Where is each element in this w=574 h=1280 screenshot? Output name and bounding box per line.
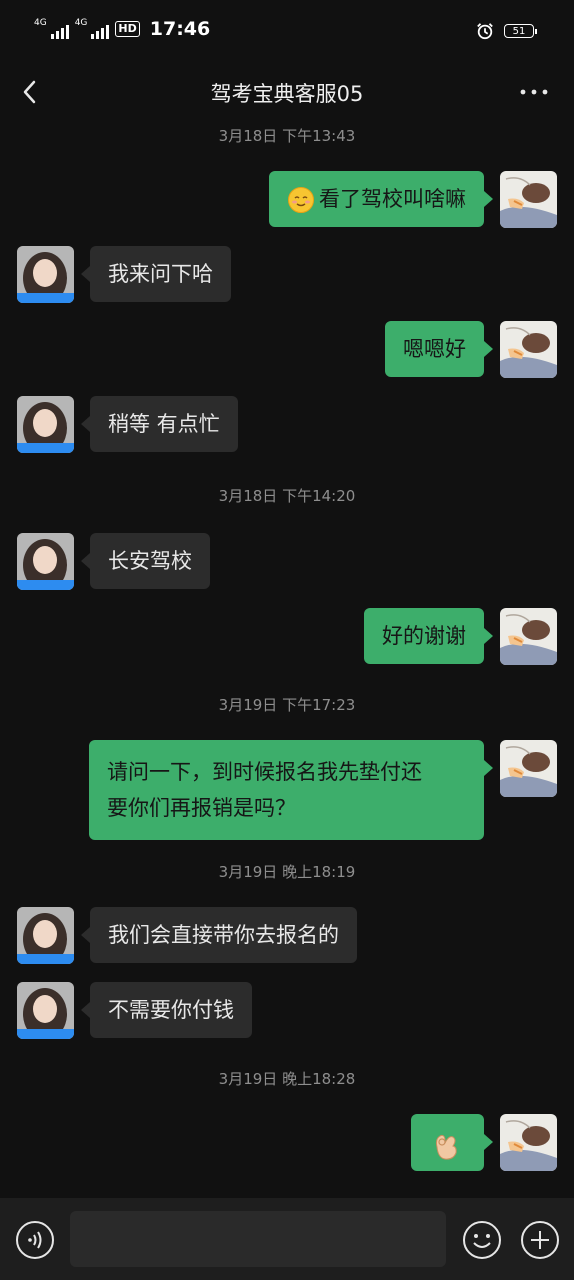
ok-hand-emoji-icon [435,1134,457,1160]
message-text: 好的谢谢 [382,624,466,648]
avatar[interactable] [500,1114,557,1171]
timestamp: 3月19日 晚上18:19 [218,863,356,881]
avatar[interactable] [17,533,74,590]
message-bubble-outgoing[interactable]: 请问一下，到时候报名我先垫付还 要你们再报销是吗？ [89,740,493,840]
message-text: 不需要你付钱 [108,998,234,1022]
timestamp: 3月19日 下午17:23 [218,696,356,714]
message-bubble-outgoing[interactable]: 嗯嗯好 [385,321,493,377]
avatar[interactable] [500,608,557,665]
avatar[interactable] [17,907,74,964]
message-text-line: 要你们再报销是吗？ [107,796,296,820]
message-text: 稍等 有点忙 [108,412,220,436]
message-bubble-outgoing[interactable]: 看了驾校叫啥嘛 [269,171,493,227]
message-bubble-incoming[interactable]: 长安驾校 [81,533,210,589]
message-text: 长安驾校 [108,549,192,573]
battery-level: 51 [512,25,526,37]
signal-icon: 4G [75,19,110,39]
network-type-label: 4G [74,18,88,28]
message-text: 嗯嗯好 [403,337,466,361]
message-text: 我们会直接带你去报名的 [108,923,339,947]
avatar[interactable] [500,321,557,378]
chat-title: 驾考宝典客服05 [210,82,364,106]
input-bar [0,1198,574,1280]
avatar[interactable] [500,740,557,797]
message-text: 我来问下哈 [108,262,213,286]
timestamp: 3月18日 下午14:20 [218,487,356,505]
more-actions-plus-icon[interactable] [520,1220,560,1260]
message-bubble-incoming[interactable]: 我来问下哈 [81,246,231,302]
avatar[interactable] [17,396,74,453]
emoji-picker-icon[interactable] [462,1220,502,1260]
voice-input-icon[interactable] [15,1220,55,1260]
message-bubble-incoming[interactable]: 不需要你付钱 [81,982,252,1038]
chat-header: 驾考宝典客服05 [0,64,574,120]
status-left: 4G 4G HD 17:46 [34,18,210,40]
network-type-label: 4G [34,18,47,28]
message-text: 看了驾校叫啥嘛 [319,187,466,211]
smiling-face-emoji-icon [288,187,314,213]
signal-icon: 4G [34,19,69,39]
status-bar: 4G 4G HD 17:46 51 [0,0,574,64]
message-bubble-outgoing[interactable]: 好的谢谢 [364,608,493,664]
status-right: 51 [476,22,537,40]
message-text-line: 请问一下，到时候报名我先垫付还 [107,760,422,784]
avatar[interactable] [17,982,74,1039]
timestamp: 3月18日 下午13:43 [218,127,356,145]
message-input[interactable] [70,1211,446,1267]
message-bubble-outgoing[interactable] [411,1114,493,1171]
alarm-icon [477,23,493,40]
hd-voice-icon: HD [115,21,140,37]
timestamp: 3月19日 晚上18:28 [218,1070,356,1088]
clock: 17:46 [149,18,211,40]
message-bubble-incoming[interactable]: 我们会直接带你去报名的 [81,907,357,963]
more-options-icon[interactable] [518,80,550,104]
avatar[interactable] [17,246,74,303]
avatar[interactable] [500,171,557,228]
message-bubble-incoming[interactable]: 稍等 有点忙 [81,396,238,452]
battery-icon: 51 [504,24,537,38]
